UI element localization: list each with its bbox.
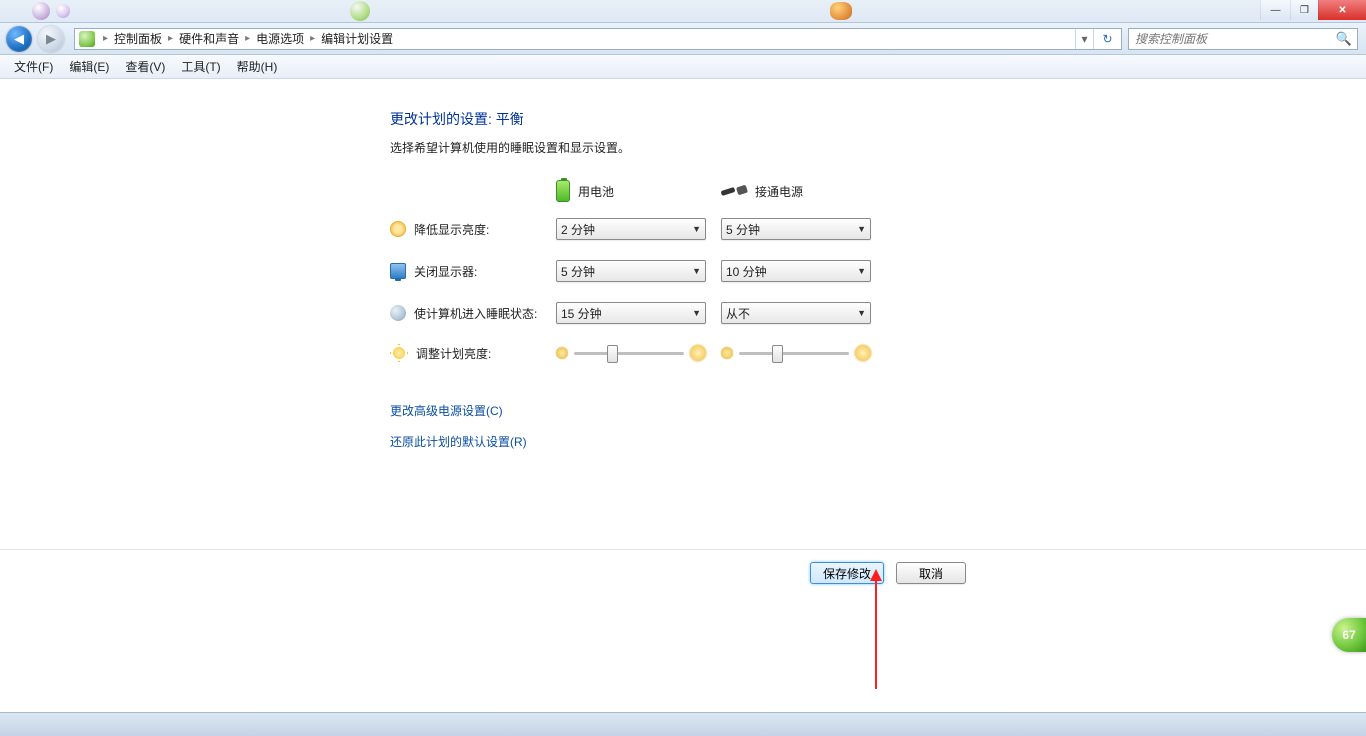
window-maximize-button[interactable]: ❐ [1290, 0, 1318, 20]
menu-file[interactable]: 文件(F) [6, 55, 61, 78]
display-battery-value: 5 分钟 [561, 263, 595, 280]
search-box[interactable]: 🔍 [1128, 28, 1358, 50]
breadcrumb-item[interactable]: 电源选项 [254, 30, 306, 47]
column-headers: 用电池 接通电源 [390, 180, 990, 202]
sun-high-icon [690, 345, 706, 361]
chevron-down-icon: ▼ [692, 308, 701, 318]
dim-battery-select[interactable]: 2 分钟 ▼ [556, 218, 706, 240]
window-minimize-button[interactable]: — [1260, 0, 1290, 20]
sun-high-icon [855, 345, 871, 361]
chevron-down-icon: ▼ [692, 266, 701, 276]
row-dim-label: 降低显示亮度: [414, 221, 489, 238]
row-sleep-label: 使计算机进入睡眠状态: [414, 305, 537, 322]
menu-bar: 文件(F) 编辑(E) 查看(V) 工具(T) 帮助(H) [0, 55, 1366, 79]
page-subtitle: 选择希望计算机使用的睡眠设置和显示设置。 [390, 139, 990, 156]
window-titlebar: — ❐ ✕ [0, 0, 1366, 23]
display-battery-select[interactable]: 5 分钟 ▼ [556, 260, 706, 282]
decorative-orb [56, 4, 70, 18]
link-restore-defaults[interactable]: 还原此计划的默认设置(R) [390, 433, 990, 450]
dim-icon [390, 221, 406, 237]
display-plugged-value: 10 分钟 [726, 263, 767, 280]
annotation-arrow [875, 579, 877, 689]
chevron-down-icon: ▼ [857, 224, 866, 234]
refresh-button[interactable]: ↻ [1093, 29, 1121, 49]
address-bar[interactable]: ▸ 控制面板 ▸ 硬件和声音 ▸ 电源选项 ▸ 编辑计划设置 ▾ ↻ [74, 28, 1122, 50]
column-plugged-label: 接通电源 [755, 183, 803, 200]
breadcrumb-item[interactable]: 控制面板 [112, 30, 164, 47]
breadcrumb-item[interactable]: 硬件和声音 [177, 30, 241, 47]
sun-low-icon [721, 347, 733, 359]
decorative-orb [830, 2, 852, 20]
plug-icon [721, 184, 747, 198]
window-close-button[interactable]: ✕ [1318, 0, 1366, 20]
display-plugged-select[interactable]: 10 分钟 ▼ [721, 260, 871, 282]
menu-help[interactable]: 帮助(H) [229, 55, 286, 78]
dim-plugged-value: 5 分钟 [726, 221, 760, 238]
sleep-battery-select[interactable]: 15 分钟 ▼ [556, 302, 706, 324]
slider-thumb[interactable] [607, 345, 618, 363]
brightness-icon [390, 344, 408, 362]
breadcrumb-item[interactable]: 编辑计划设置 [319, 30, 395, 47]
sleep-plugged-select[interactable]: 从不 ▼ [721, 302, 871, 324]
link-change-advanced[interactable]: 更改高级电源设置(C) [390, 402, 990, 419]
navigation-bar: ◀ ▶ ▸ 控制面板 ▸ 硬件和声音 ▸ 电源选项 ▸ 编辑计划设置 ▾ ↻ 🔍 [0, 23, 1366, 55]
control-panel-icon [79, 31, 95, 47]
content-area: 更改计划的设置: 平衡 选择希望计算机使用的睡眠设置和显示设置。 用电池 接通电… [0, 79, 1366, 712]
chevron-down-icon: ▼ [857, 266, 866, 276]
row-turn-off-display: 关闭显示器: 5 分钟 ▼ 10 分钟 ▼ [390, 260, 990, 282]
sun-low-icon [556, 347, 568, 359]
menu-view[interactable]: 查看(V) [117, 55, 173, 78]
button-row: 保存修改 取消 [0, 549, 1366, 584]
address-dropdown[interactable]: ▾ [1075, 29, 1093, 49]
column-battery: 用电池 [556, 180, 721, 202]
menu-edit[interactable]: 编辑(E) [61, 55, 117, 78]
floating-badge[interactable]: 67 [1332, 618, 1366, 652]
battery-icon [556, 180, 570, 202]
cancel-button[interactable]: 取消 [896, 562, 966, 584]
sleep-icon [390, 305, 406, 321]
row-dim-display: 降低显示亮度: 2 分钟 ▼ 5 分钟 ▼ [390, 218, 990, 240]
breadcrumb-separator: ▸ [241, 33, 254, 44]
advanced-links: 更改高级电源设置(C) 还原此计划的默认设置(R) [390, 402, 990, 450]
brightness-battery-slider[interactable] [556, 345, 706, 361]
plan-settings-panel: 更改计划的设置: 平衡 选择希望计算机使用的睡眠设置和显示设置。 用电池 接通电… [390, 109, 990, 464]
search-input[interactable] [1129, 29, 1331, 49]
sleep-battery-value: 15 分钟 [561, 305, 602, 322]
column-battery-label: 用电池 [578, 183, 614, 200]
nav-back-button[interactable]: ◀ [6, 26, 32, 52]
row-sleep: 使计算机进入睡眠状态: 15 分钟 ▼ 从不 ▼ [390, 302, 990, 324]
slider-thumb[interactable] [772, 345, 783, 363]
monitor-icon [390, 263, 406, 279]
dim-battery-value: 2 分钟 [561, 221, 595, 238]
breadcrumb-separator: ▸ [306, 33, 319, 44]
breadcrumb-separator: ▸ [164, 33, 177, 44]
chevron-down-icon: ▼ [692, 224, 701, 234]
search-icon[interactable]: 🔍 [1331, 31, 1357, 47]
decorative-orb [32, 2, 50, 20]
slider-track[interactable] [574, 352, 684, 355]
menu-tools[interactable]: 工具(T) [173, 55, 228, 78]
brightness-plugged-slider[interactable] [721, 345, 871, 361]
column-plugged: 接通电源 [721, 183, 886, 200]
chevron-down-icon: ▼ [857, 308, 866, 318]
page-title: 更改计划的设置: 平衡 [390, 109, 990, 129]
slider-track[interactable] [739, 352, 849, 355]
decorative-orb [350, 1, 370, 21]
sleep-plugged-value: 从不 [726, 305, 750, 322]
breadcrumb-separator: ▸ [99, 33, 112, 44]
dim-plugged-select[interactable]: 5 分钟 ▼ [721, 218, 871, 240]
row-brightness: 调整计划亮度: [390, 344, 990, 362]
row-brightness-label: 调整计划亮度: [416, 345, 491, 362]
taskbar[interactable] [0, 712, 1366, 736]
row-display-label: 关闭显示器: [414, 263, 477, 280]
nav-forward-button[interactable]: ▶ [38, 26, 64, 52]
